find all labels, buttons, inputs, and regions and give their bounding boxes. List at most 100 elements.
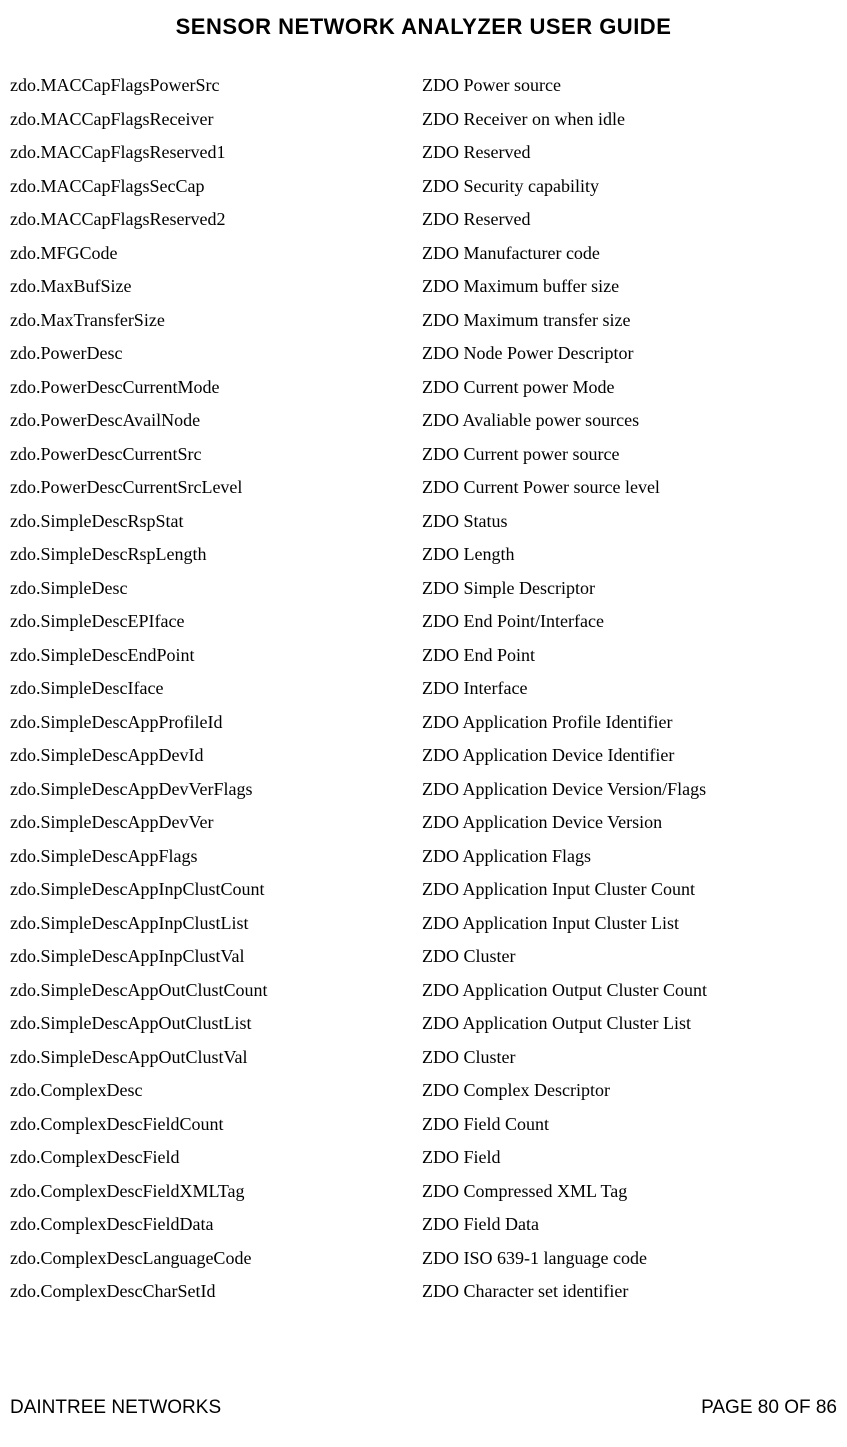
field-description: ZDO Current power source [422,445,837,463]
field-description: ZDO Power source [422,76,837,94]
table-row: zdo.SimpleDescEndPointZDO End Point [10,646,837,664]
field-key: zdo.ComplexDescFieldData [10,1215,422,1233]
footer-page-number: PAGE 80 OF 86 [701,1397,837,1419]
table-row: zdo.SimpleDescIfaceZDO Interface [10,679,837,697]
field-key: zdo.MACCapFlagsReserved2 [10,210,422,228]
field-key: zdo.SimpleDescAppProfileId [10,713,422,731]
table-row: zdo.ComplexDescFieldCountZDO Field Count [10,1115,837,1133]
field-key: zdo.SimpleDescAppDevVer [10,813,422,831]
field-description: ZDO Cluster [422,947,837,965]
table-row: zdo.MACCapFlagsReceiverZDO Receiver on w… [10,110,837,128]
field-description: ZDO Current power Mode [422,378,837,396]
field-description: ZDO Application Input Cluster Count [422,880,837,898]
table-row: zdo.SimpleDescAppInpClustValZDO Cluster [10,947,837,965]
field-key: zdo.SimpleDescAppInpClustCount [10,880,422,898]
field-key: zdo.SimpleDescAppFlags [10,847,422,865]
field-description: ZDO Character set identifier [422,1282,837,1300]
field-key: zdo.MACCapFlagsReserved1 [10,143,422,161]
table-row: zdo.SimpleDescZDO Simple Descriptor [10,579,837,597]
field-description: ZDO Application Device Identifier [422,746,837,764]
field-key: zdo.SimpleDesc [10,579,422,597]
table-row: zdo.SimpleDescAppFlagsZDO Application Fl… [10,847,837,865]
field-description: ZDO Length [422,545,837,563]
table-row: zdo.PowerDescCurrentSrcZDO Current power… [10,445,837,463]
field-key: zdo.ComplexDesc [10,1081,422,1099]
field-description: ZDO Security capability [422,177,837,195]
field-description: ZDO Field [422,1148,837,1166]
table-row: zdo.SimpleDescAppOutClustListZDO Applica… [10,1014,837,1032]
field-description: ZDO Reserved [422,210,837,228]
field-key: zdo.SimpleDescRspLength [10,545,422,563]
field-key: zdo.PowerDesc [10,344,422,362]
field-key: zdo.SimpleDescAppDevVerFlags [10,780,422,798]
field-description: ZDO End Point/Interface [422,612,837,630]
field-key: zdo.ComplexDescCharSetId [10,1282,422,1300]
field-key: zdo.SimpleDescEndPoint [10,646,422,664]
table-row: zdo.MaxBufSizeZDO Maximum buffer size [10,277,837,295]
field-key: zdo.ComplexDescFieldXMLTag [10,1182,422,1200]
field-description: ZDO Avaliable power sources [422,411,837,429]
table-row: zdo.ComplexDescFieldDataZDO Field Data [10,1215,837,1233]
field-description: ZDO Complex Descriptor [422,1081,837,1099]
field-key: zdo.MACCapFlagsReceiver [10,110,422,128]
field-description: ZDO Field Data [422,1215,837,1233]
field-description: ZDO Application Output Cluster List [422,1014,837,1032]
field-key: zdo.SimpleDescRspStat [10,512,422,530]
table-row: zdo.SimpleDescAppOutClustCountZDO Applic… [10,981,837,999]
field-description: ZDO Maximum transfer size [422,311,837,329]
table-row: zdo.PowerDescAvailNodeZDO Avaliable powe… [10,411,837,429]
table-row: zdo.SimpleDescRspStatZDO Status [10,512,837,530]
field-description: ZDO Application Device Version/Flags [422,780,837,798]
table-row: zdo.ComplexDescZDO Complex Descriptor [10,1081,837,1099]
field-key: zdo.PowerDescAvailNode [10,411,422,429]
field-key: zdo.ComplexDescFieldCount [10,1115,422,1133]
field-description: ZDO Simple Descriptor [422,579,837,597]
field-description: ZDO Compressed XML Tag [422,1182,837,1200]
table-row: zdo.SimpleDescAppOutClustValZDO Cluster [10,1048,837,1066]
table-row: zdo.ComplexDescFieldXMLTagZDO Compressed… [10,1182,837,1200]
footer-company: DAINTREE NETWORKS [10,1397,221,1419]
field-description: ZDO Status [422,512,837,530]
field-key: zdo.SimpleDescAppOutClustCount [10,981,422,999]
table-row: zdo.ComplexDescLanguageCodeZDO ISO 639-1… [10,1249,837,1267]
field-description: ZDO ISO 639-1 language code [422,1249,837,1267]
field-key: zdo.MACCapFlagsSecCap [10,177,422,195]
table-row: zdo.SimpleDescEPIfaceZDO End Point/Inter… [10,612,837,630]
table-row: zdo.PowerDescCurrentModeZDO Current powe… [10,378,837,396]
field-key: zdo.SimpleDescIface [10,679,422,697]
table-row: zdo.SimpleDescRspLengthZDO Length [10,545,837,563]
field-description: ZDO Application Flags [422,847,837,865]
field-description: ZDO Field Count [422,1115,837,1133]
page-footer: DAINTREE NETWORKS PAGE 80 OF 86 [10,1397,837,1419]
table-row: zdo.ComplexDescFieldZDO Field [10,1148,837,1166]
field-key: zdo.MFGCode [10,244,422,262]
field-key: zdo.SimpleDescEPIface [10,612,422,630]
field-description: ZDO Application Device Version [422,813,837,831]
table-row: zdo.SimpleDescAppDevIdZDO Application De… [10,746,837,764]
field-key: zdo.SimpleDescAppOutClustList [10,1014,422,1032]
page-title: SENSOR NETWORK ANALYZER USER GUIDE [10,14,837,40]
table-row: zdo.MACCapFlagsReserved2ZDO Reserved [10,210,837,228]
field-key: zdo.MaxBufSize [10,277,422,295]
document-page: SENSOR NETWORK ANALYZER USER GUIDE zdo.M… [0,0,847,1447]
field-description: ZDO Interface [422,679,837,697]
table-row: zdo.SimpleDescAppDevVerFlagsZDO Applicat… [10,780,837,798]
table-row: zdo.ComplexDescCharSetIdZDO Character se… [10,1282,837,1300]
field-description: ZDO Maximum buffer size [422,277,837,295]
field-key: zdo.PowerDescCurrentSrc [10,445,422,463]
table-row: zdo.SimpleDescAppInpClustCountZDO Applic… [10,880,837,898]
field-description: ZDO Cluster [422,1048,837,1066]
field-description: ZDO Current Power source level [422,478,837,496]
field-table: zdo.MACCapFlagsPowerSrcZDO Power source z… [10,76,837,1300]
table-row: zdo.MACCapFlagsReserved1ZDO Reserved [10,143,837,161]
field-key: zdo.ComplexDescField [10,1148,422,1166]
field-key: zdo.PowerDescCurrentSrcLevel [10,478,422,496]
field-description: ZDO Node Power Descriptor [422,344,837,362]
field-key: zdo.ComplexDescLanguageCode [10,1249,422,1267]
field-description: ZDO Application Output Cluster Count [422,981,837,999]
field-description: ZDO Application Profile Identifier [422,713,837,731]
table-row: zdo.PowerDescZDO Node Power Descriptor [10,344,837,362]
field-description: ZDO Receiver on when idle [422,110,837,128]
table-row: zdo.MACCapFlagsPowerSrcZDO Power source [10,76,837,94]
field-description: ZDO Reserved [422,143,837,161]
